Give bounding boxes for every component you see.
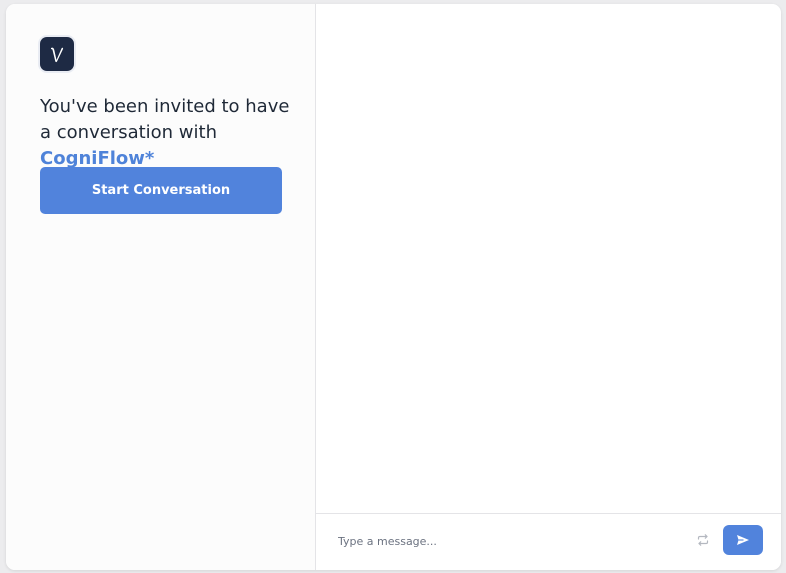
message-composer: [316, 513, 781, 570]
invite-message: You've been invited to have a conversati…: [40, 94, 302, 172]
app-logo: [40, 37, 74, 71]
chat-panel: [316, 4, 781, 570]
reset-conversation-button[interactable]: [694, 531, 712, 549]
send-icon: [737, 535, 749, 545]
send-button[interactable]: [723, 525, 763, 555]
message-input[interactable]: [338, 528, 678, 554]
logo-v-icon: [51, 47, 64, 63]
refresh-icon: [697, 534, 709, 546]
chat-invite-window: You've been invited to have a conversati…: [6, 4, 781, 570]
start-conversation-button[interactable]: Start Conversation: [40, 167, 282, 214]
invite-message-prefix: You've been invited to have a conversati…: [40, 96, 290, 143]
assistant-name: CogniFlow*: [40, 148, 155, 169]
message-list[interactable]: [316, 4, 781, 513]
invite-panel: You've been invited to have a conversati…: [6, 4, 316, 570]
